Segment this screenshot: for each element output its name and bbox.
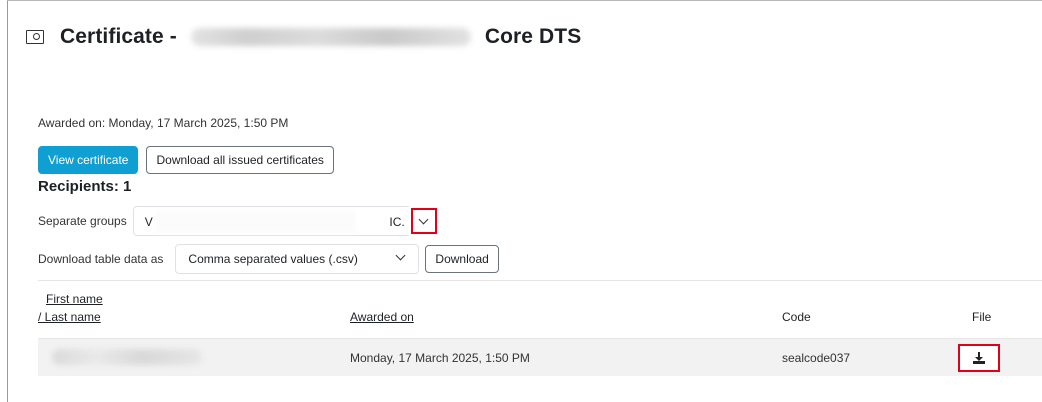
download-format-select[interactable]: Comma separated values (.csv) (175, 244, 420, 274)
sort-first-name-link[interactable]: First name (46, 292, 103, 306)
table-row: Monday, 17 March 2025, 1:50 PM sealcode0… (38, 338, 1042, 376)
sort-awarded-on-link[interactable]: Awarded on (350, 310, 414, 324)
download-all-certificates-button[interactable]: Download all issued certificates (146, 146, 334, 174)
group-selector-row: Separate groups V IC. (38, 206, 437, 236)
row-awarded-on: Monday, 17 March 2025, 1:50 PM (350, 351, 530, 365)
separate-groups-label: Separate groups (38, 214, 127, 228)
group-select[interactable]: V IC. (132, 206, 409, 236)
download-table-row: Download table data as Comma separated v… (38, 244, 499, 274)
page-header: Certificate - Core DTS (26, 22, 581, 52)
certificate-icon (26, 30, 44, 44)
table-divider (38, 280, 1042, 281)
frame-top-border (7, 0, 1042, 1)
page-title-suffix: Core DTS (484, 25, 582, 48)
group-select-value-end: IC. (389, 215, 405, 229)
frame-left-border (7, 0, 8, 402)
page-title-prefix: Certificate - (60, 25, 177, 48)
download-button[interactable]: Download (425, 245, 499, 273)
download-format-value: Comma separated values (.csv) (188, 252, 358, 266)
redacted-group-name (155, 211, 356, 233)
download-icon (973, 352, 985, 364)
action-buttons: View certificate Download all issued cer… (38, 146, 334, 174)
code-column-header: Code (782, 310, 811, 324)
file-column-header: File (972, 310, 992, 324)
awarded-on-text: Awarded on: Monday, 17 March 2025, 1:50 … (38, 116, 289, 130)
recipients-count: Recipients: 1 (38, 178, 132, 195)
redacted-recipient-name (52, 349, 202, 365)
group-select-value-start: V (144, 215, 153, 229)
view-certificate-button[interactable]: View certificate (38, 146, 139, 174)
redacted-course-name (190, 28, 471, 46)
chevron-down-icon (395, 250, 406, 261)
download-certificate-button[interactable] (958, 344, 1000, 372)
chevron-down-icon (418, 214, 429, 224)
sort-last-name-link[interactable]: / Last name (38, 310, 101, 324)
download-format-label: Download table data as (38, 252, 164, 266)
group-select-dropdown-toggle[interactable] (410, 208, 437, 234)
row-code: sealcode037 (782, 351, 851, 365)
